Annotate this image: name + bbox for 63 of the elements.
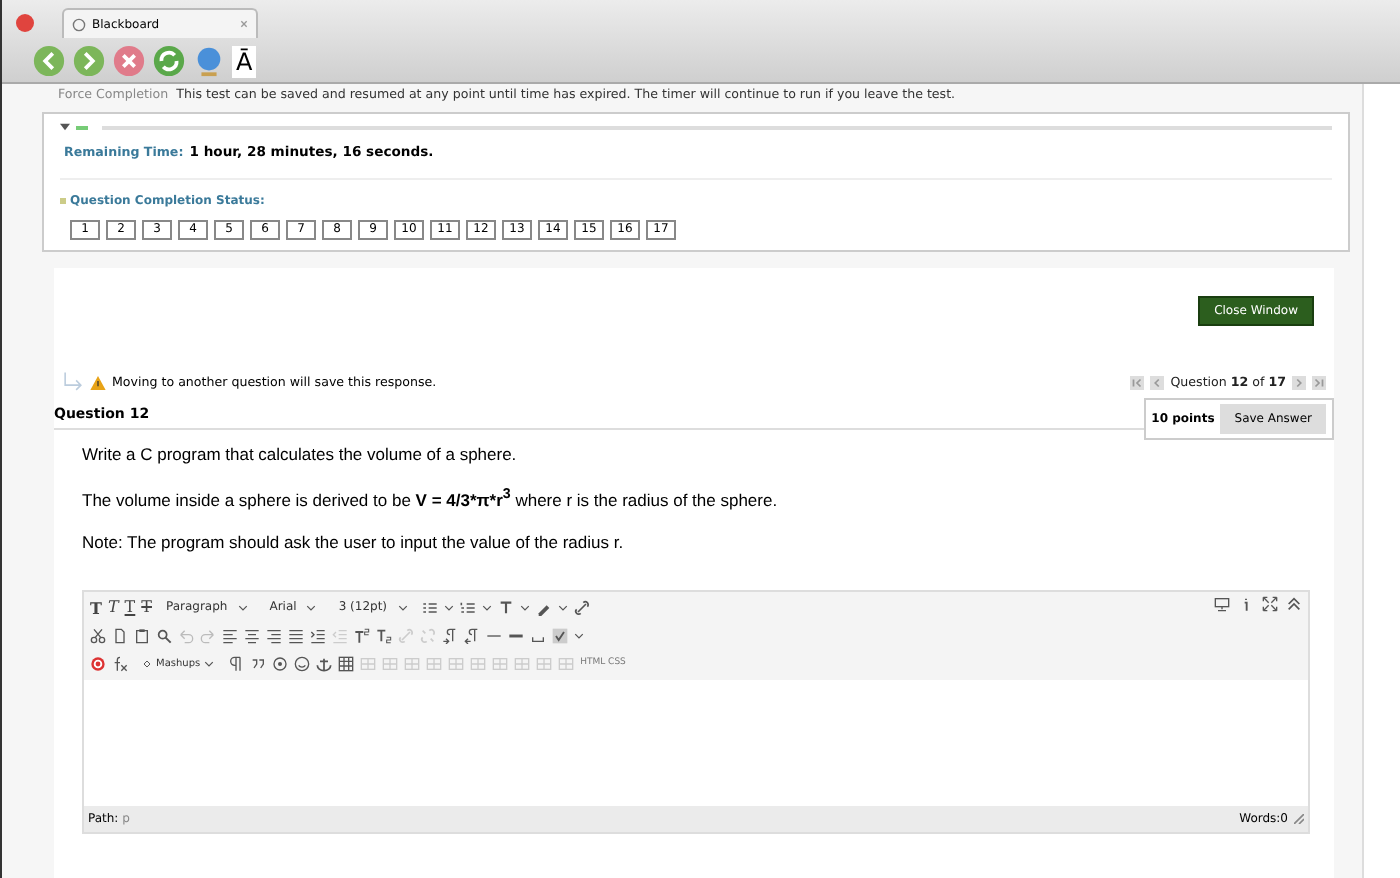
superscript-icon[interactable]	[354, 627, 370, 644]
caret-icon	[397, 603, 408, 612]
caret-icon[interactable]	[519, 603, 530, 612]
clipboard-icon[interactable]	[134, 627, 150, 644]
formula-icon[interactable]	[112, 655, 128, 672]
progress-marker-icon	[76, 125, 88, 129]
search-icon[interactable]	[156, 627, 172, 644]
quote-icon[interactable]	[250, 655, 267, 672]
text-color-icon[interactable]	[497, 599, 514, 616]
stop-icon[interactable]	[112, 44, 146, 78]
resize-grip-icon[interactable]	[1294, 813, 1304, 824]
question-note: Note: The program should ask the user to input the value of the radius r.	[82, 531, 626, 552]
hook-arrow-icon	[62, 372, 84, 392]
cut-icon[interactable]	[90, 627, 106, 644]
caret-icon	[204, 659, 215, 668]
format-button[interactable]: T	[107, 598, 119, 617]
fullscreen-icon[interactable]	[1262, 595, 1278, 612]
refresh-icon[interactable]	[152, 44, 186, 78]
highlighter-pen-icon[interactable]	[535, 599, 552, 616]
indent-icon[interactable]	[310, 627, 326, 644]
justify-icon[interactable]	[288, 627, 304, 644]
align-left-icon[interactable]	[222, 627, 238, 644]
left-to-right-icon[interactable]	[442, 627, 458, 644]
question-formula: The volume inside a sphere is derived to be V = 4/3*π*r$^{3}$ where r is the radius of the sphere.	[82, 486, 780, 510]
previous-page-icon[interactable]	[1150, 375, 1165, 389]
align-center-icon[interactable]	[244, 627, 260, 644]
bullet-icon	[60, 198, 66, 204]
caret-icon[interactable]	[557, 603, 568, 612]
page-icon	[72, 17, 86, 31]
caret-icon[interactable]	[574, 631, 584, 640]
link-icon[interactable]	[573, 599, 590, 616]
target-icon[interactable]	[272, 655, 289, 672]
close-tab-icon[interactable]	[240, 20, 248, 28]
format-button[interactable]: T	[141, 598, 152, 617]
caret-icon	[306, 603, 317, 612]
first-page-icon[interactable]	[1130, 375, 1145, 389]
caret-icon[interactable]	[481, 603, 492, 612]
text-size-button[interactable]: Ā	[232, 45, 257, 77]
table-icon[interactable]	[338, 655, 355, 672]
diamond-icon	[142, 659, 152, 668]
numbered-list-icon[interactable]	[459, 599, 476, 616]
warning-icon	[90, 375, 106, 389]
format-button[interactable]: T	[124, 598, 136, 617]
right-to-left-icon[interactable]	[464, 627, 480, 644]
bulleted-list-icon[interactable]	[421, 599, 438, 616]
collapse-icon[interactable]	[60, 122, 70, 132]
last-page-icon[interactable]	[1312, 375, 1326, 389]
smiley-icon[interactable]	[294, 655, 311, 672]
close-window-icon[interactable]	[16, 13, 34, 31]
align-right-icon[interactable]	[266, 627, 282, 644]
next-page-icon[interactable]	[1292, 375, 1306, 389]
spellcheck-icon[interactable]	[552, 627, 568, 644]
format-button[interactable]: T	[90, 597, 102, 618]
caret-icon[interactable]	[443, 603, 454, 612]
stop-circle-icon[interactable]	[90, 655, 106, 672]
subscript-icon[interactable]	[376, 627, 392, 644]
anchor-icon[interactable]	[316, 655, 333, 672]
caret-icon	[237, 603, 248, 612]
document-icon[interactable]	[112, 627, 128, 644]
preview-monitor-icon[interactable]	[1214, 595, 1230, 612]
question-prompt: Write a C program that calculates the volume of a sphere.	[82, 444, 519, 464]
collapse-toolbar-icon[interactable]	[1286, 595, 1302, 612]
pilcrow-icon[interactable]	[228, 655, 245, 672]
